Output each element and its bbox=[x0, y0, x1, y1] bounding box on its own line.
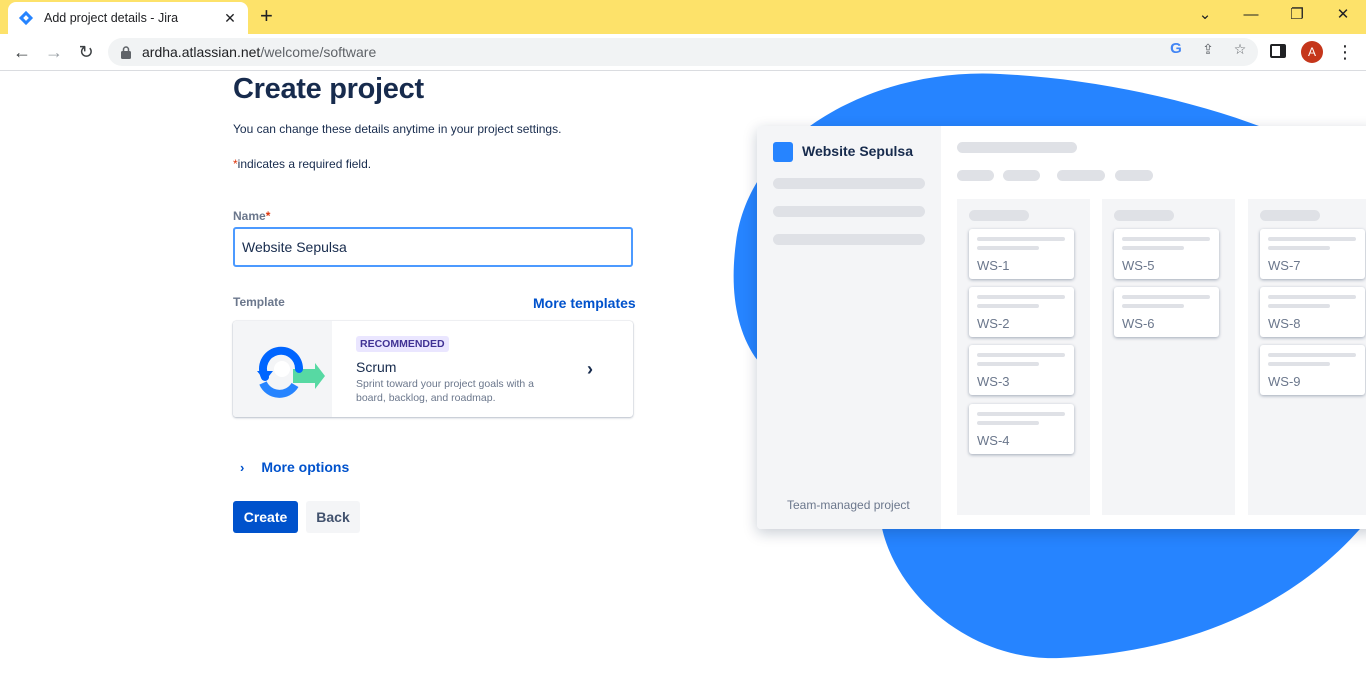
chevron-right-icon: › bbox=[587, 359, 593, 379]
placeholder-bar bbox=[969, 210, 1029, 221]
issue-key: WS-8 bbox=[1268, 316, 1301, 331]
minimize-icon[interactable]: — bbox=[1236, 4, 1266, 28]
page-title: Create project bbox=[233, 73, 424, 105]
browser-tab[interactable]: Add project details - Jira ✕ bbox=[8, 2, 248, 34]
placeholder-bar bbox=[1003, 170, 1040, 181]
url-text: ardha.atlassian.net/welcome/software bbox=[142, 44, 377, 60]
issue-card: WS-9 bbox=[1260, 345, 1365, 395]
board-column: WS-1 WS-2 WS-3 WS-4 bbox=[957, 199, 1090, 515]
issue-card: WS-1 bbox=[969, 229, 1074, 279]
tab-title: Add project details - Jira bbox=[44, 11, 179, 25]
preview-footer: Team-managed project bbox=[787, 498, 910, 512]
jira-favicon-icon bbox=[18, 10, 34, 26]
issue-key: WS-9 bbox=[1268, 374, 1301, 389]
board-column: WS-5 WS-6 bbox=[1102, 199, 1235, 515]
issue-card: WS-8 bbox=[1260, 287, 1365, 337]
close-window-icon[interactable]: ✕ bbox=[1328, 4, 1358, 28]
scrum-illustration bbox=[233, 321, 332, 417]
issue-key: WS-3 bbox=[977, 374, 1010, 389]
bookmark-star-icon[interactable]: ☆ bbox=[1231, 40, 1249, 58]
template-description: Sprint toward your project goals with a … bbox=[356, 378, 535, 404]
tab-search-icon[interactable]: ⌄ bbox=[1190, 4, 1220, 28]
project-avatar-icon bbox=[773, 142, 793, 162]
placeholder-bar bbox=[773, 234, 925, 245]
new-tab-button[interactable]: + bbox=[260, 5, 273, 27]
template-card-scrum[interactable]: RECOMMENDED Scrum Sprint toward your pro… bbox=[233, 321, 633, 417]
lock-icon bbox=[121, 45, 131, 59]
page-subtitle: You can change these details anytime in … bbox=[233, 122, 562, 136]
menu-dots-icon[interactable]: ⋮ bbox=[1336, 40, 1354, 64]
placeholder-bar bbox=[1260, 210, 1320, 221]
issue-key: WS-4 bbox=[977, 433, 1010, 448]
issue-card: WS-4 bbox=[969, 404, 1074, 454]
restore-icon[interactable]: ❐ bbox=[1282, 4, 1312, 28]
project-preview-card: Website Sepulsa Team-managed project WS-… bbox=[757, 126, 1366, 529]
issue-key: WS-6 bbox=[1122, 316, 1155, 331]
placeholder-bar bbox=[1057, 170, 1105, 181]
preview-project-name: Website Sepulsa bbox=[802, 143, 914, 159]
issue-card: WS-6 bbox=[1114, 287, 1219, 337]
browser-toolbar: ← → ↻ ardha.atlassian.net/welcome/softwa… bbox=[0, 34, 1366, 71]
placeholder-bar bbox=[773, 178, 925, 189]
template-label: Template bbox=[233, 295, 285, 309]
issue-key: WS-2 bbox=[977, 316, 1010, 331]
back-button[interactable]: Back bbox=[306, 501, 360, 533]
profile-avatar[interactable]: A bbox=[1301, 41, 1323, 63]
address-bar[interactable]: ardha.atlassian.net/welcome/software bbox=[108, 38, 1258, 66]
issue-card: WS-3 bbox=[969, 345, 1074, 395]
chevron-right-icon: › bbox=[240, 459, 245, 475]
browser-tabstrip: Add project details - Jira ✕ + ⌄ — ❐ ✕ bbox=[0, 0, 1366, 34]
placeholder-bar bbox=[1115, 170, 1153, 181]
reload-icon[interactable]: ↻ bbox=[74, 40, 98, 64]
issue-card: WS-7 bbox=[1260, 229, 1365, 279]
issue-key: WS-1 bbox=[977, 258, 1010, 273]
issue-key: WS-7 bbox=[1268, 258, 1301, 273]
placeholder-bar bbox=[1114, 210, 1174, 221]
side-panel-icon[interactable] bbox=[1270, 44, 1286, 58]
project-name-input[interactable]: Website Sepulsa bbox=[233, 227, 633, 267]
recommended-badge: RECOMMENDED bbox=[356, 336, 449, 352]
placeholder-bar bbox=[773, 206, 925, 217]
page-content: Website Sepulsa Team-managed project WS-… bbox=[0, 72, 1366, 691]
issue-card: WS-2 bbox=[969, 287, 1074, 337]
placeholder-bar bbox=[957, 170, 994, 181]
preview-sidebar: Website Sepulsa Team-managed project bbox=[757, 126, 941, 529]
board-column: WS-7 WS-8 WS-9 bbox=[1248, 199, 1366, 515]
scrum-cycle-icon bbox=[257, 346, 325, 398]
issue-card: WS-5 bbox=[1114, 229, 1219, 279]
template-name: Scrum bbox=[356, 359, 397, 375]
placeholder-bar bbox=[957, 142, 1077, 153]
more-options-label: More options bbox=[261, 459, 350, 475]
required-note: *indicates a required field. bbox=[233, 157, 372, 171]
google-icon[interactable]: G bbox=[1167, 40, 1185, 58]
name-label: Name* bbox=[233, 209, 271, 223]
back-arrow-icon[interactable]: ← bbox=[10, 40, 34, 64]
more-options-toggle[interactable]: › More options bbox=[240, 459, 349, 475]
create-button[interactable]: Create bbox=[233, 501, 298, 533]
more-templates-link[interactable]: More templates bbox=[533, 295, 636, 311]
issue-key: WS-5 bbox=[1122, 258, 1155, 273]
share-icon[interactable]: ⇪ bbox=[1199, 40, 1217, 58]
forward-arrow-icon[interactable]: → bbox=[42, 40, 66, 64]
close-tab-icon[interactable]: ✕ bbox=[222, 10, 238, 27]
